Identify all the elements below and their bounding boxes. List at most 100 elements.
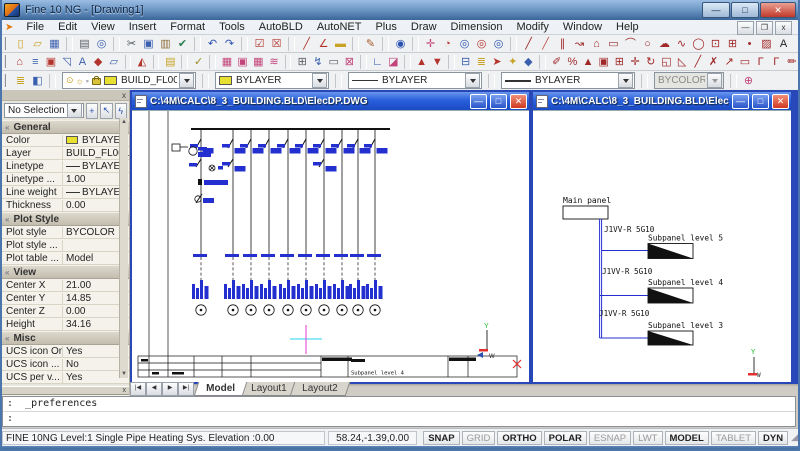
divide-icon[interactable]: % — [565, 54, 581, 70]
break-icon[interactable]: ▭ — [737, 54, 753, 70]
ruler-icon[interactable]: ▬ — [332, 36, 349, 52]
close-button[interactable]: ✕ — [760, 2, 796, 18]
layer-lock-icon[interactable] — [92, 78, 101, 85]
match-properties-icon[interactable]: ✔ — [174, 36, 191, 52]
coordinates-display[interactable]: 58.24,-1.39,0.00 — [328, 431, 417, 445]
menu-autonet[interactable]: AutoNET — [310, 20, 369, 35]
menu-view[interactable]: View — [84, 20, 122, 35]
color-dropdown-arrow[interactable] — [312, 73, 327, 88]
polygon-icon[interactable]: ⌂ — [588, 36, 605, 52]
text-icon[interactable]: A — [775, 36, 792, 52]
layer-freeze-icon[interactable]: ☼ — [76, 76, 84, 86]
autobld-building-icon[interactable]: ⌂ — [12, 54, 28, 70]
maximize-button[interactable]: □ — [731, 2, 759, 18]
main-panel-symbol[interactable] — [563, 206, 608, 219]
line-icon[interactable]: ╱ — [520, 36, 537, 52]
menu-autobld[interactable]: AutoBLD — [252, 20, 310, 35]
linetype-dropdown[interactable]: BYLAYER — [348, 72, 482, 89]
tab-nav-prev[interactable]: ◀ — [146, 382, 162, 396]
layer-thaw-icon[interactable]: ▪ — [86, 76, 89, 86]
palette-scrollbar[interactable]: ▲▼ — [119, 118, 128, 378]
menu-modify[interactable]: Modify — [510, 20, 556, 35]
array-icon[interactable]: ⊞ — [612, 54, 628, 70]
select-objects-button[interactable]: ↖ — [100, 103, 112, 119]
elecdd-restore-button[interactable]: □ — [752, 94, 769, 109]
elecdp-restore-button[interactable]: □ — [490, 94, 507, 109]
stretch-icon[interactable]: ◺ — [674, 54, 690, 70]
autobld-opening-icon[interactable]: ▣ — [43, 54, 59, 70]
toggle-tablet[interactable]: TABLET — [711, 431, 756, 445]
layer-translate-icon[interactable]: ☒ — [268, 36, 285, 52]
chamfer-icon[interactable]: Γ — [768, 54, 784, 70]
view-3d-icon[interactable]: ◭ — [134, 54, 150, 70]
make-block-icon[interactable]: ⊞ — [724, 36, 741, 52]
elecdp-title-bar[interactable]: C:\4M\CALC\8_3_BUILDING.BLD\ElecDP.DWG —… — [132, 92, 529, 110]
selection-dropdown-arrow[interactable] — [67, 103, 82, 118]
zoom-window-icon[interactable]: ◎ — [473, 36, 490, 52]
copy-icon[interactable]: ▣ — [140, 36, 157, 52]
print-icon[interactable]: ▤ — [76, 36, 93, 52]
palette-splitter[interactable]: x — [2, 386, 129, 395]
ellipse-icon[interactable]: ◯ — [690, 36, 707, 52]
diamond-icon[interactable]: ✦ — [505, 54, 521, 70]
menu-help[interactable]: Help — [609, 20, 646, 35]
section-misc[interactable]: « Misc — [2, 331, 129, 345]
elecdp-drawing[interactable]: Subpanel level 4 Y W — [132, 111, 525, 378]
menu-window[interactable]: Window — [556, 20, 609, 35]
panel-icon[interactable]: ◪ — [385, 54, 401, 70]
elecdp-minimize-button[interactable]: — — [470, 94, 487, 109]
pan-icon[interactable]: ✛ — [422, 36, 439, 52]
tab-layout2[interactable]: Layout2 — [290, 382, 350, 396]
menu-format[interactable]: Format — [163, 20, 212, 35]
level-down-icon[interactable]: ▼ — [429, 54, 445, 70]
tab-nav-last[interactable]: ▶| — [178, 382, 194, 396]
multiline-icon[interactable]: ∥ — [554, 36, 571, 52]
aerial-view-icon[interactable]: ◉ — [392, 36, 409, 52]
autobld-room-icon[interactable]: ◆ — [90, 54, 106, 70]
autobld-wall-icon[interactable]: ≡ — [27, 54, 43, 70]
palette-close-icon[interactable]: x — [122, 91, 126, 100]
resize-grip-icon[interactable]: ◢ — [791, 432, 798, 443]
net-grid-3-icon[interactable]: ▦ — [250, 54, 266, 70]
fillet-icon[interactable]: Γ — [753, 54, 769, 70]
move-icon[interactable]: ✛ — [627, 54, 643, 70]
splitter-close-icon[interactable]: x — [123, 387, 127, 394]
elecdd-drawing[interactable]: Main panel J1VV-R 5G10 J1VV-R 5G10 J1VV-… — [533, 111, 782, 378]
subpanel-symbol-level3[interactable] — [648, 331, 693, 345]
menu-file[interactable]: File — [19, 20, 51, 35]
color-dropdown[interactable]: BYLAYER — [215, 72, 329, 89]
polyline-icon[interactable]: ↝ — [571, 36, 588, 52]
drawing-sheet-icon[interactable]: ▤ — [162, 54, 178, 70]
sketch-icon[interactable]: ✎ — [362, 36, 379, 52]
autobld-annotate-icon[interactable]: A — [75, 54, 91, 70]
elecdp-close-button[interactable]: ✕ — [510, 94, 527, 109]
net-grid-1-icon[interactable]: ▦ — [219, 54, 235, 70]
zoom-previous-icon[interactable]: ◎ — [490, 36, 507, 52]
explode-icon[interactable]: ✏ — [784, 54, 800, 70]
hatch-icon[interactable]: ▨ — [758, 36, 775, 52]
menu-edit[interactable]: Edit — [51, 20, 84, 35]
orbit-icon[interactable]: ◔ — [439, 36, 456, 52]
subpanel-symbol-level5[interactable] — [648, 244, 693, 259]
polar-line-icon[interactable]: ╱ — [298, 36, 315, 52]
edit-net-icon[interactable]: ↯ — [310, 54, 326, 70]
menu-insert[interactable]: Insert — [122, 20, 164, 35]
lengthen-icon[interactable]: ╱ — [690, 54, 706, 70]
set-object-layer-icon[interactable]: ⊕ — [740, 73, 757, 89]
toggle-lwt[interactable]: LWT — [633, 431, 662, 445]
elecdd-minimize-button[interactable]: — — [732, 94, 749, 109]
menu-draw[interactable]: Draw — [404, 20, 444, 35]
toggle-pickadd-button[interactable]: ϟ — [115, 103, 127, 119]
point-icon[interactable]: • — [741, 36, 758, 52]
check-standards-icon[interactable]: ☑ — [251, 36, 268, 52]
toggle-dyn[interactable]: DYN — [758, 431, 788, 445]
minimize-button[interactable]: — — [702, 2, 730, 18]
autobld-roof-icon[interactable]: ◹ — [59, 54, 75, 70]
section-general[interactable]: « General — [2, 120, 129, 134]
menu-tools[interactable]: Tools — [212, 20, 252, 35]
lineweight-dropdown-arrow[interactable] — [618, 73, 633, 88]
trim-icon[interactable]: ✗ — [706, 54, 722, 70]
tab-nav-next[interactable]: ▶ — [162, 382, 178, 396]
toolbar-grip[interactable] — [4, 74, 9, 87]
elecdd-canvas[interactable]: Main panel J1VV-R 5G10 J1VV-R 5G10 J1VV-… — [533, 110, 791, 378]
